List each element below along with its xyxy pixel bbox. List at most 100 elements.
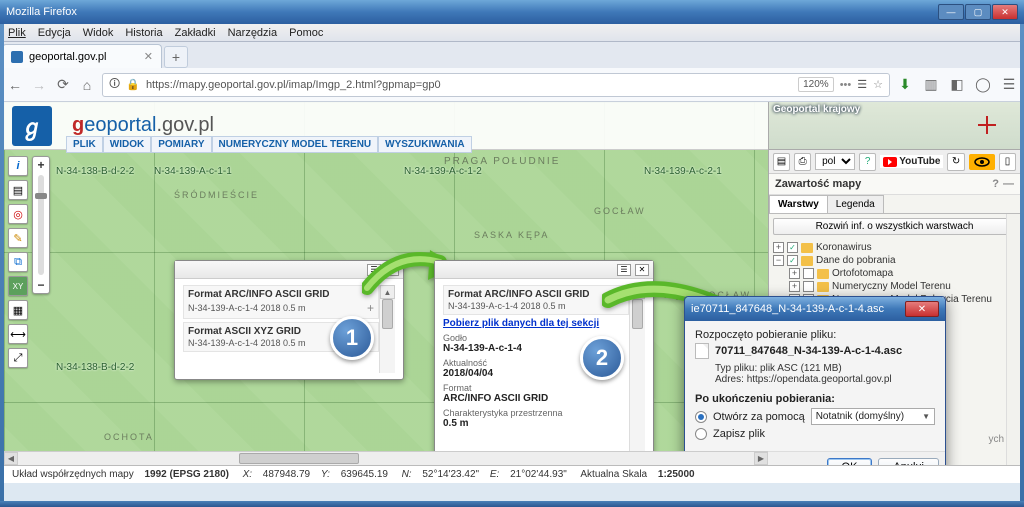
browser-navbar: ← → ⟳ ⌂ 🛈 🔒 https://mapy.geoportal.gov.p… — [0, 68, 1024, 102]
menu-plik[interactable]: PLIK — [66, 136, 103, 153]
panel-help-icon[interactable]: ? — [859, 153, 876, 171]
application-select[interactable]: Notatnik (domyślny)▼ — [811, 408, 935, 425]
menu-file[interactable]: Plik — [4, 26, 30, 40]
menu-nmt[interactable]: NUMERYCZNY MODEL TERENU — [212, 136, 379, 153]
browser-menubar: Plik Edycja Widok Historia Zakładki Narz… — [0, 24, 1024, 42]
content-tabs: Warstwy Legenda — [769, 195, 1020, 214]
map-hscrollbar[interactable]: ◀▶ — [4, 451, 768, 465]
window-close-button[interactable]: ✕ — [992, 4, 1018, 20]
radio-open-with[interactable]: Otwórz za pomocą Notatnik (domyślny)▼ — [695, 408, 935, 425]
reader-icon[interactable]: ☰ — [857, 78, 867, 91]
tab-geoportal[interactable]: geoportal.gov.pl ✕ — [2, 44, 162, 68]
district-label: ŚRÓDMIEŚCIE — [174, 190, 259, 200]
district-label: GOCŁAW — [594, 206, 646, 216]
nav-forward-button[interactable]: → — [30, 76, 48, 94]
downloads-icon[interactable]: ⬇ — [896, 76, 914, 94]
panel-toc-icon[interactable]: ▤ — [773, 153, 790, 171]
tool-pencil-icon[interactable]: ✎ — [8, 228, 28, 248]
menu-edit[interactable]: Edycja — [34, 26, 75, 40]
zoom-thumb[interactable] — [35, 193, 47, 199]
hamburger-icon[interactable]: ☰ — [1000, 76, 1018, 94]
tool-info-icon[interactable]: i — [8, 156, 28, 176]
dialog-titlebar[interactable]: ie 70711_847648_N-34-139-A-c-1-4.asc ✕ — [685, 297, 945, 321]
panel-scrollbar[interactable] — [1006, 214, 1020, 483]
url-bar[interactable]: 🛈 🔒 https://mapy.geoportal.gov.pl/imap/I… — [102, 73, 890, 97]
window-title: Mozilla Firefox — [6, 6, 77, 18]
tool-layers-icon[interactable]: ▤ — [8, 180, 28, 200]
step-badge-1: 1 — [330, 316, 374, 360]
tab-layers[interactable]: Warstwy — [769, 195, 828, 213]
nav-back-button[interactable]: ← — [6, 76, 24, 94]
menu-bookmarks[interactable]: Zakładki — [171, 26, 220, 40]
tool-xy-icon[interactable]: XY — [8, 276, 28, 296]
expand-all-button[interactable]: Rozwiń inf. o wszystkich warstwach — [773, 218, 1016, 235]
window-minimize-button[interactable]: — — [938, 4, 964, 20]
nav-home-button[interactable]: ⌂ — [78, 76, 96, 94]
format-option-arcinfo[interactable]: Format ARC/INFO ASCII GRID N-34-139-A-c-… — [183, 285, 379, 319]
window-maximize-button[interactable]: ▢ — [965, 4, 991, 20]
menu-pomiary[interactable]: POMIARY — [151, 136, 211, 153]
nav-reload-button[interactable]: ⟳ — [54, 76, 72, 94]
accessibility-icon[interactable] — [969, 154, 995, 170]
tree-item-orto[interactable]: +Ortofotomapa — [773, 267, 1016, 280]
zoom-out-button[interactable]: − — [33, 277, 49, 293]
youtube-link[interactable]: YouTube — [880, 155, 943, 168]
sidebar-icon[interactable]: ◧ — [948, 76, 966, 94]
tool-expand-icon[interactable]: ⤢ — [8, 348, 28, 368]
panel-refresh-icon[interactable]: ↻ — [947, 153, 964, 171]
file-icon — [695, 343, 709, 359]
grid-label: N-34-139-A-c-1-1 — [154, 166, 232, 177]
menu-widok[interactable]: WIDOK — [103, 136, 151, 153]
truncated-text: ych — [988, 434, 1004, 445]
tree-item-nmt[interactable]: +Numeryczny Model Terenu — [773, 280, 1016, 293]
tool-target-icon[interactable]: ◎ — [8, 204, 28, 224]
district-label: SASKA KĘPA — [474, 230, 549, 240]
tree-item-corona[interactable]: +✓Koronawirus — [773, 241, 1016, 254]
menu-help[interactable]: Pomoc — [285, 26, 327, 40]
account-icon[interactable]: ◯ — [974, 76, 992, 94]
dialog-filename: 70711_847648_N-34-139-A-c-1-4.asc — [715, 345, 902, 357]
expand-icon[interactable]: + — [367, 301, 374, 315]
menu-view[interactable]: Widok — [79, 26, 118, 40]
url-text: https://mapy.geoportal.gov.pl/imap/Imgp_… — [146, 79, 441, 91]
minimap-crosshair-icon — [982, 120, 992, 130]
zoom-badge[interactable]: 120% — [798, 77, 834, 92]
tool-grid-icon[interactable]: ▦ — [8, 300, 28, 320]
help-icon[interactable]: ? — [992, 178, 999, 190]
download-link[interactable]: Pobierz plik danych dla tej sekcji — [443, 318, 599, 329]
dialog-close-button[interactable]: ✕ — [905, 301, 939, 317]
window-titlebar: Mozilla Firefox — ▢ ✕ — [0, 0, 1024, 24]
radio-icon — [695, 411, 707, 423]
tab-legend[interactable]: Legenda — [827, 195, 884, 213]
tool-link-icon[interactable]: ⧉ — [8, 252, 28, 272]
menu-wyszukiwania[interactable]: WYSZUKIWANIA — [378, 136, 471, 153]
minimap[interactable]: Geoportal krajowy — [769, 102, 1020, 150]
geoportal-logo-icon: ℊ — [12, 106, 52, 146]
menu-history[interactable]: Historia — [121, 26, 166, 40]
minimap-title: Geoportal krajowy — [773, 104, 860, 115]
grid-label: N-34-139-A-c-1-2 — [404, 166, 482, 177]
url-more-icon[interactable]: ••• — [840, 79, 852, 91]
radio-save-file[interactable]: Zapisz plik — [695, 428, 935, 440]
zoom-in-button[interactable]: + — [33, 157, 49, 173]
new-tab-button[interactable]: + — [164, 46, 188, 68]
folder-icon — [817, 269, 829, 279]
radio-icon — [695, 428, 707, 440]
menu-tools[interactable]: Narzędzia — [224, 26, 282, 40]
tab-close-button[interactable]: ✕ — [144, 50, 153, 63]
zoom-slider[interactable]: + − — [32, 156, 50, 294]
panel-print-icon[interactable]: ⎙ — [794, 153, 811, 171]
folder-icon — [801, 256, 813, 266]
library-icon[interactable]: ▥ — [922, 76, 940, 94]
minimize-section-icon[interactable]: — — [1003, 178, 1014, 190]
popup-list-icon[interactable]: ☰ — [617, 264, 631, 276]
district-label: PRAGA POŁUDNIE — [444, 156, 560, 167]
tool-dims-icon[interactable]: ⟷ — [8, 324, 28, 344]
geoportal-menu: PLIK WIDOK POMIARY NUMERYCZNY MODEL TERE… — [66, 136, 472, 153]
youtube-icon — [883, 157, 897, 167]
bookmark-star-icon[interactable]: ☆ — [873, 78, 883, 91]
panel-collapse-icon[interactable]: ▯ — [999, 153, 1016, 171]
language-select[interactable]: pol — [815, 153, 855, 170]
popup-close-icon[interactable]: ✕ — [635, 264, 649, 276]
tree-item-download[interactable]: −✓Dane do pobrania — [773, 254, 1016, 267]
